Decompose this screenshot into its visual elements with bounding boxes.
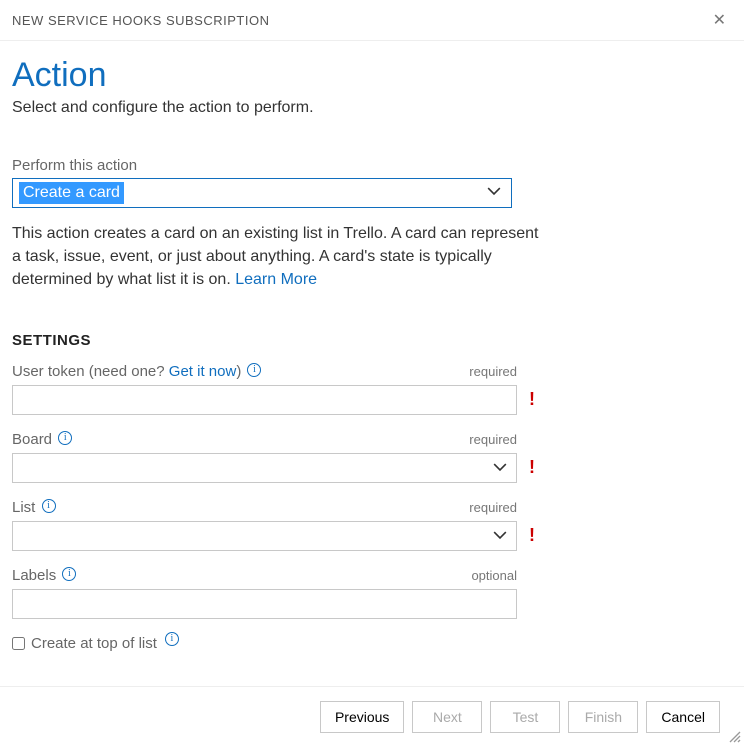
perform-action-select[interactable]: Create a card bbox=[12, 178, 512, 208]
board-row: Board i required ! bbox=[12, 431, 517, 483]
top-of-list-label: Create at top of list bbox=[31, 635, 157, 652]
top-of-list-checkbox[interactable] bbox=[12, 637, 25, 650]
labels-optional: optional bbox=[471, 568, 517, 583]
cancel-button[interactable]: Cancel bbox=[646, 701, 720, 733]
labels-input[interactable] bbox=[12, 589, 517, 619]
user-token-required: required bbox=[469, 364, 517, 379]
previous-button[interactable]: Previous bbox=[320, 701, 404, 733]
resize-grip-icon[interactable] bbox=[728, 730, 742, 744]
learn-more-link[interactable]: Learn More bbox=[235, 271, 317, 288]
list-label: List i bbox=[12, 499, 56, 517]
error-icon: ! bbox=[529, 457, 535, 478]
content-area: Action Select and configure the action t… bbox=[0, 36, 744, 686]
info-icon[interactable]: i bbox=[165, 632, 179, 646]
action-description: This action creates a card on an existin… bbox=[12, 222, 542, 292]
board-required: required bbox=[469, 432, 517, 447]
dialog-footer: Previous Next Test Finish Cancel bbox=[0, 686, 744, 746]
page-subtitle: Select and configure the action to perfo… bbox=[12, 99, 714, 117]
perform-action-label: Perform this action bbox=[12, 157, 714, 174]
dialog-title: NEW SERVICE HOOKS SUBSCRIPTION bbox=[12, 13, 269, 28]
finish-button[interactable]: Finish bbox=[568, 701, 638, 733]
board-label: Board i bbox=[12, 431, 72, 449]
settings-heading: SETTINGS bbox=[12, 332, 714, 349]
list-row: List i required ! bbox=[12, 499, 517, 551]
info-icon[interactable]: i bbox=[58, 431, 72, 445]
close-icon[interactable]: ✕ bbox=[707, 8, 732, 32]
info-icon[interactable]: i bbox=[247, 363, 261, 377]
dialog-header: NEW SERVICE HOOKS SUBSCRIPTION ✕ bbox=[0, 0, 744, 41]
get-it-now-link[interactable]: Get it now bbox=[169, 363, 237, 380]
user-token-input[interactable] bbox=[12, 385, 517, 415]
list-select[interactable] bbox=[12, 521, 517, 551]
board-select[interactable] bbox=[12, 453, 517, 483]
next-button[interactable]: Next bbox=[412, 701, 482, 733]
error-icon: ! bbox=[529, 525, 535, 546]
list-required: required bbox=[469, 500, 517, 515]
chevron-down-icon bbox=[477, 184, 511, 203]
test-button[interactable]: Test bbox=[490, 701, 560, 733]
page-title: Action bbox=[12, 56, 714, 95]
top-of-list-row[interactable]: Create at top of list i bbox=[12, 635, 714, 652]
info-icon[interactable]: i bbox=[62, 567, 76, 581]
perform-action-selected: Create a card bbox=[19, 182, 124, 204]
user-token-label: User token (need one? Get it now) i bbox=[12, 363, 261, 381]
error-icon: ! bbox=[529, 389, 535, 410]
labels-label: Labels i bbox=[12, 567, 76, 585]
user-token-row: User token (need one? Get it now) i requ… bbox=[12, 363, 517, 415]
info-icon[interactable]: i bbox=[42, 499, 56, 513]
labels-row: Labels i optional bbox=[12, 567, 517, 619]
